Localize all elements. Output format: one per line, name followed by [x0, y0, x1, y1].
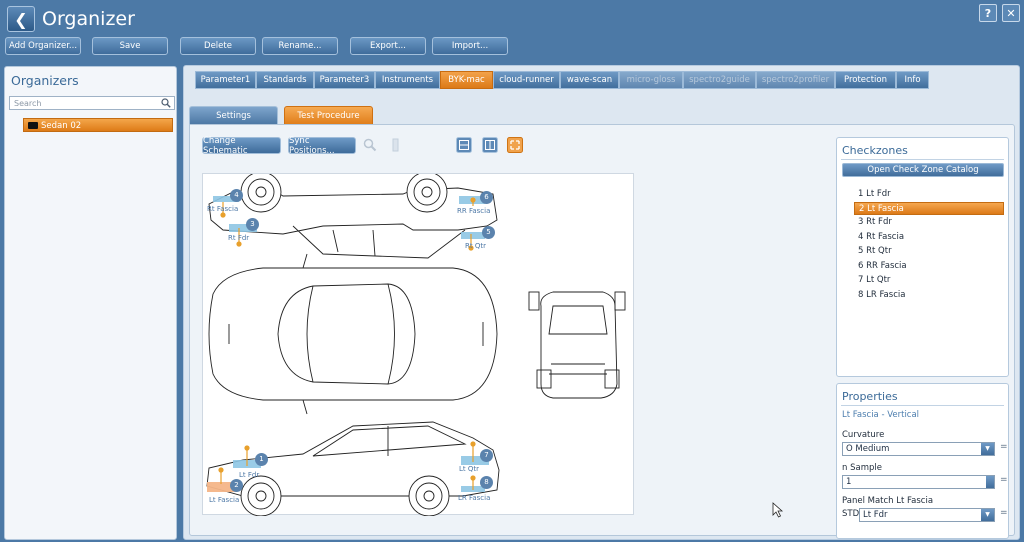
search-placeholder: Search: [14, 99, 42, 108]
curvature-label: Curvature: [842, 430, 885, 440]
std-label: STD: [842, 509, 860, 519]
checkzone-item[interactable]: 3 Rt Fdr: [854, 216, 1004, 229]
marker-2[interactable]: 2: [230, 479, 243, 492]
marker-6[interactable]: 6: [480, 191, 493, 204]
checkzone-item[interactable]: 1 Lt Fdr: [854, 188, 1004, 201]
organizers-panel: Organizers Search Sedan 02: [4, 66, 177, 540]
sync-positions-button[interactable]: Sync Positions...: [288, 136, 356, 156]
tab-cloud-runner[interactable]: cloud-runner: [493, 71, 560, 89]
marker-label-lt-fascia: Lt Fascia: [209, 496, 240, 504]
marker-1[interactable]: 1: [255, 453, 268, 466]
change-schematic-button[interactable]: Change Schematic: [202, 136, 281, 156]
checkzone-item[interactable]: 7 Lt Qtr: [854, 274, 1004, 287]
checkzone-item[interactable]: 6 RR Fascia: [854, 260, 1004, 273]
app-title: Organizer: [42, 8, 135, 30]
checkzone-item[interactable]: 4 Rt Fascia: [854, 231, 1004, 244]
n-sample-stepper[interactable]: 1: [842, 475, 995, 489]
organizer-item-sedan[interactable]: Sedan 02: [23, 118, 173, 132]
marker-tool-icon[interactable]: [388, 137, 404, 153]
view-vertical-icon[interactable]: [482, 137, 498, 153]
search-input[interactable]: Search: [9, 96, 175, 110]
view-fit-icon[interactable]: [507, 137, 523, 153]
tab-protection[interactable]: Protection: [835, 71, 896, 89]
chevron-down-icon[interactable]: ▼: [981, 443, 994, 455]
save-button[interactable]: Save: [92, 37, 168, 55]
tab-test-procedure[interactable]: Test Procedure: [284, 106, 373, 125]
marker-8[interactable]: 8: [480, 476, 493, 489]
curvature-equals: =: [1000, 442, 1008, 452]
cursor-icon: [772, 502, 784, 518]
marker-4[interactable]: 4: [230, 189, 243, 202]
marker-3[interactable]: 3: [246, 218, 259, 231]
marker-5[interactable]: 5: [482, 226, 495, 239]
marker-label-rt-fdr: Rt Fdr: [228, 234, 250, 242]
organizers-title: Organizers: [11, 73, 79, 88]
marker-label-lt-fdr: Lt Fdr: [239, 471, 260, 479]
car-schematic[interactable]: 4 Rt Fascia 3 Rt Fdr 6 RR Fascia 5 Rt Qt…: [202, 173, 634, 516]
marker-label-rr-fascia: RR Fascia: [457, 207, 491, 215]
tab-byk-mac[interactable]: BYK-mac: [440, 71, 493, 89]
curvature-value: O Medium: [846, 444, 890, 454]
marker-7[interactable]: 7: [480, 449, 493, 462]
divider: [841, 159, 1004, 160]
rename-button[interactable]: Rename...: [262, 37, 338, 55]
tab-spectro2profiler[interactable]: spectro2profiler: [756, 71, 835, 89]
std-equals: =: [1000, 508, 1008, 518]
tab-parameter1[interactable]: Parameter1: [195, 71, 256, 89]
search-icon[interactable]: [161, 98, 171, 108]
divider: [841, 405, 1004, 406]
curvature-select[interactable]: O Medium ▼: [842, 442, 995, 456]
title-bar: ❮ Organizer ? ✕: [0, 0, 1024, 36]
close-button[interactable]: ✕: [1002, 4, 1020, 22]
marker-label-lt-qtr: Lt Qtr: [459, 465, 480, 473]
std-value: Lt Fdr: [863, 510, 888, 520]
tab-standards[interactable]: Standards: [256, 71, 314, 89]
tab-settings[interactable]: Settings: [189, 106, 278, 125]
tab-wave-scan[interactable]: wave-scan: [560, 71, 619, 89]
delete-button[interactable]: Delete: [180, 37, 256, 55]
panel-match-label: Panel Match Lt Fascia: [842, 496, 934, 506]
tab-parameter3[interactable]: Parameter3: [314, 71, 375, 89]
toolbar: Add Organizer... Save Delete Rename... E…: [0, 37, 1024, 57]
chevron-down-icon[interactable]: ▼: [981, 509, 994, 521]
tab-spectro2guide[interactable]: spectro2guide: [683, 71, 756, 89]
properties-subtitle: Lt Fascia - Vertical: [842, 410, 920, 420]
checkzones-title: Checkzones: [842, 144, 908, 157]
stepper-arrows-icon[interactable]: [986, 476, 994, 488]
import-button[interactable]: Import...: [432, 37, 508, 55]
checkzone-item-selected[interactable]: 2 Lt Fascia: [854, 202, 1004, 215]
add-organizer-button[interactable]: Add Organizer...: [5, 37, 81, 55]
view-horizontal-icon[interactable]: [456, 137, 472, 153]
car-icon: [28, 122, 38, 129]
open-check-zone-catalog-button[interactable]: Open Check Zone Catalog: [842, 163, 1004, 177]
checkzone-item[interactable]: 8 LR Fascia: [854, 289, 1004, 302]
help-button[interactable]: ?: [979, 4, 997, 22]
std-select[interactable]: Lt Fdr ▼: [859, 508, 995, 522]
zoom-icon[interactable]: [362, 137, 378, 153]
marker-label-rt-fascia: Rt Fascia: [207, 205, 239, 213]
tab-instruments[interactable]: Instruments: [375, 71, 440, 89]
marker-label-lr-fascia: LR Fascia: [458, 494, 491, 502]
back-button[interactable]: ❮: [7, 6, 35, 32]
tab-info[interactable]: Info: [896, 71, 929, 89]
export-button[interactable]: Export...: [350, 37, 426, 55]
tab-micro-gloss[interactable]: micro-gloss: [619, 71, 683, 89]
checkzones-panel: Checkzones Open Check Zone Catalog 1 Lt …: [836, 137, 1009, 377]
marker-label-rt-qtr: Rt Qtr: [465, 242, 486, 250]
organizer-item-label: Sedan 02: [41, 121, 82, 131]
properties-title: Properties: [842, 390, 898, 403]
n-sample-equals: =: [1000, 475, 1008, 485]
checkzone-item[interactable]: 5 Rt Qtr: [854, 245, 1004, 258]
chevron-left-icon: ❮: [14, 9, 28, 29]
n-sample-label: n Sample: [842, 463, 882, 473]
properties-panel: Properties Lt Fascia - Vertical Curvatur…: [836, 383, 1009, 539]
n-sample-value: 1: [846, 477, 852, 487]
